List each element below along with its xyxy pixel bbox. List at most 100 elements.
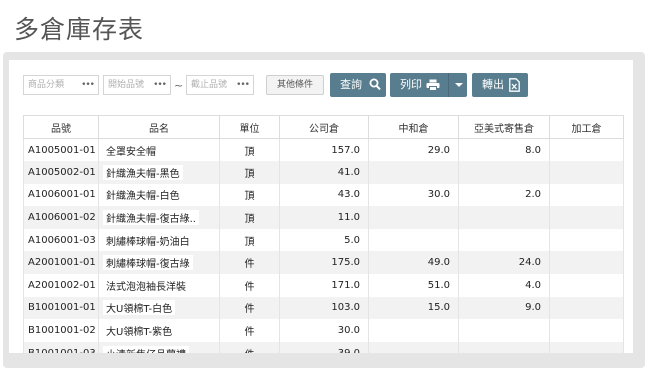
table-row[interactable]: A2001002-01 法式泡泡袖長洋裝 件 171.0 51.0 4.0 (23, 274, 624, 297)
cell-consignment-qty: 8.0 (458, 138, 550, 162)
print-button[interactable]: 列印 (390, 73, 448, 97)
printer-icon (426, 79, 440, 91)
item-name-text: 針織漁夫帽-復古綠.. (103, 210, 199, 226)
cell-consignment-qty: 2.0 (458, 183, 550, 207)
more-conditions-button[interactable]: 其他條件 (266, 75, 324, 95)
print-label: 列印 (400, 78, 422, 91)
cell-item-name: 刺繡棒球帽-奶油白 (98, 228, 220, 252)
table-row[interactable]: A1006001-02 針織漁夫帽-復古綠.. 頂 11.0 (23, 206, 624, 229)
start-item-lookup-icon[interactable]: ••• (153, 76, 167, 94)
cell-consignment-qty: 4.0 (458, 274, 550, 297)
cell-company-qty: 30.0 (279, 319, 369, 342)
inventory-table: 品號 品名 單位 公司倉 中和倉 亞美式寄售倉 加工倉 A1005001-01 全… (23, 115, 624, 353)
cell-zhonghe-qty: 15.0 (368, 296, 459, 320)
cell-item-name: 針織漁夫帽-黑色 (98, 161, 220, 184)
cell-unit: 頂 (219, 183, 280, 207)
item-name-text: 大U領棉T-白色 (103, 300, 176, 316)
cell-company-qty: 5.0 (279, 228, 369, 252)
column-header-processing-warehouse[interactable]: 加工倉 (549, 115, 624, 139)
print-dropdown-toggle[interactable] (448, 73, 467, 97)
cell-zhonghe-qty: 49.0 (368, 251, 459, 275)
cell-zhonghe-qty (368, 228, 459, 252)
cell-item-name: 針織漁夫帽-復古綠.. (98, 206, 220, 229)
cell-processing-qty (549, 183, 624, 207)
cell-item-no: A2001002-01 (23, 274, 99, 297)
table-row[interactable]: A1006001-03 刺繡棒球帽-奶油白 頂 5.0 (23, 228, 624, 252)
item-name-text: 法式泡泡袖長洋裝 (103, 277, 189, 293)
item-name-text: 刺繡棒球帽-奶油白 (103, 232, 193, 248)
cell-item-name: 刺繡棒球帽-復古綠 (98, 251, 220, 275)
column-header-unit[interactable]: 單位 (219, 115, 280, 139)
cell-company-qty: 43.0 (279, 183, 369, 207)
cell-item-no: A1005001-01 (23, 138, 99, 162)
column-header-zhonghe-warehouse[interactable]: 中和倉 (368, 115, 459, 139)
table-row[interactable]: A2001001-01 刺繡棒球帽-復古綠 件 175.0 49.0 24.0 (23, 251, 624, 275)
cell-consignment-qty (458, 319, 550, 342)
end-item-input[interactable]: 截止品號 ••• (186, 75, 254, 95)
item-name-text: 全罩安全帽 (103, 142, 159, 158)
cell-item-no: A1006001-01 (23, 183, 99, 207)
end-item-placeholder: 截止品號 (191, 80, 228, 90)
category-lookup-icon[interactable]: ••• (81, 76, 95, 94)
table-row[interactable]: A1005002-01 針織漁夫帽-黑色 頂 41.0 (23, 161, 624, 184)
item-name-text: 刺繡棒球帽-復古綠 (103, 255, 193, 271)
query-label: 查詢 (340, 78, 362, 91)
cell-unit: 件 (219, 319, 280, 342)
table-row[interactable]: B1001001-02 大U領棉T-紫色 件 30.0 (23, 319, 624, 342)
item-name-text: 小清新焦仔品蘭禮 (103, 345, 189, 353)
item-name-text: 大U領棉T-紫色 (103, 323, 176, 339)
cell-item-no: B1001001-02 (23, 319, 99, 342)
cell-processing-qty (549, 251, 624, 275)
table-row[interactable]: B1001001-03 小清新焦仔品蘭禮 件39.0 (23, 341, 624, 353)
cell-zhonghe-qty (368, 319, 459, 342)
table-row[interactable]: A1005001-01 全罩安全帽 頂 157.0 29.0 8.0 (23, 138, 624, 162)
query-button[interactable]: 查詢 (330, 73, 386, 97)
table-row[interactable]: A1006001-01 針織漁夫帽-白色 頂 43.0 30.0 2.0 (23, 183, 624, 207)
export-button[interactable]: 轉出 (472, 73, 528, 97)
cell-company-qty: 171.0 (279, 274, 369, 297)
cell-item-no: A1006001-03 (23, 228, 99, 252)
cell-processing-qty (549, 274, 624, 297)
cell-unit: 頂 (219, 206, 280, 229)
cell-company-qty: 175.0 (279, 251, 369, 275)
cell-zhonghe-qty: 51.0 (368, 274, 459, 297)
table-row[interactable]: B1001001-01 大U領棉T-白色 件 103.0 15.0 9.0 (23, 296, 624, 320)
cell-item-name: 小清新焦仔品蘭禮 (98, 341, 220, 353)
item-name-text: 針織漁夫帽-白色 (103, 187, 183, 203)
cell-unit: 件 (219, 341, 280, 353)
cell-item-no: B1001001-01 (23, 296, 99, 320)
cell-processing-qty (549, 341, 624, 353)
cell-item-name: 全罩安全帽 (98, 138, 220, 162)
start-item-input[interactable]: 開始品號 ••• (103, 75, 171, 95)
item-name-text: 針織漁夫帽-黑色 (103, 164, 183, 180)
table-body: A1005001-01 全罩安全帽頂 157.0 29.0 8.0 A1005002-01… (23, 138, 624, 353)
page-title: 多倉庫存表 (14, 15, 145, 44)
table-header-row: 品號 品名 單位 公司倉 中和倉 亞美式寄售倉 加工倉 (23, 115, 624, 139)
cell-consignment-qty (458, 341, 550, 353)
column-header-item-name[interactable]: 品名 (98, 115, 220, 139)
column-header-company-warehouse[interactable]: 公司倉 (279, 115, 369, 139)
cell-consignment-qty (458, 228, 550, 252)
cell-item-name: 大U領棉T-紫色 (98, 319, 220, 342)
cell-item-name: 法式泡泡袖長洋裝 (98, 274, 220, 297)
cell-zhonghe-qty (368, 206, 459, 229)
cell-company-qty: 11.0 (279, 206, 369, 229)
cell-consignment-qty (458, 206, 550, 229)
cell-processing-qty (549, 319, 624, 342)
end-item-lookup-icon[interactable]: ••• (236, 76, 250, 94)
category-filter-input[interactable]: 商品分類 ••• (23, 75, 99, 95)
cell-processing-qty (549, 206, 624, 229)
excel-file-icon (509, 78, 520, 92)
search-icon (369, 78, 381, 91)
cell-company-qty: 103.0 (279, 296, 369, 320)
cell-item-no: A1006001-02 (23, 206, 99, 229)
cell-processing-qty (549, 228, 624, 252)
column-header-item-no[interactable]: 品號 (23, 115, 99, 139)
cell-unit: 件 (219, 251, 280, 275)
cell-unit: 頂 (219, 138, 280, 162)
cell-item-no: A1005002-01 (23, 161, 99, 184)
cell-zhonghe-qty: 29.0 (368, 138, 459, 162)
cell-company-qty: 39.0 (279, 341, 369, 353)
cell-item-name: 針織漁夫帽-白色 (98, 183, 220, 207)
column-header-consignment-warehouse[interactable]: 亞美式寄售倉 (458, 115, 550, 139)
